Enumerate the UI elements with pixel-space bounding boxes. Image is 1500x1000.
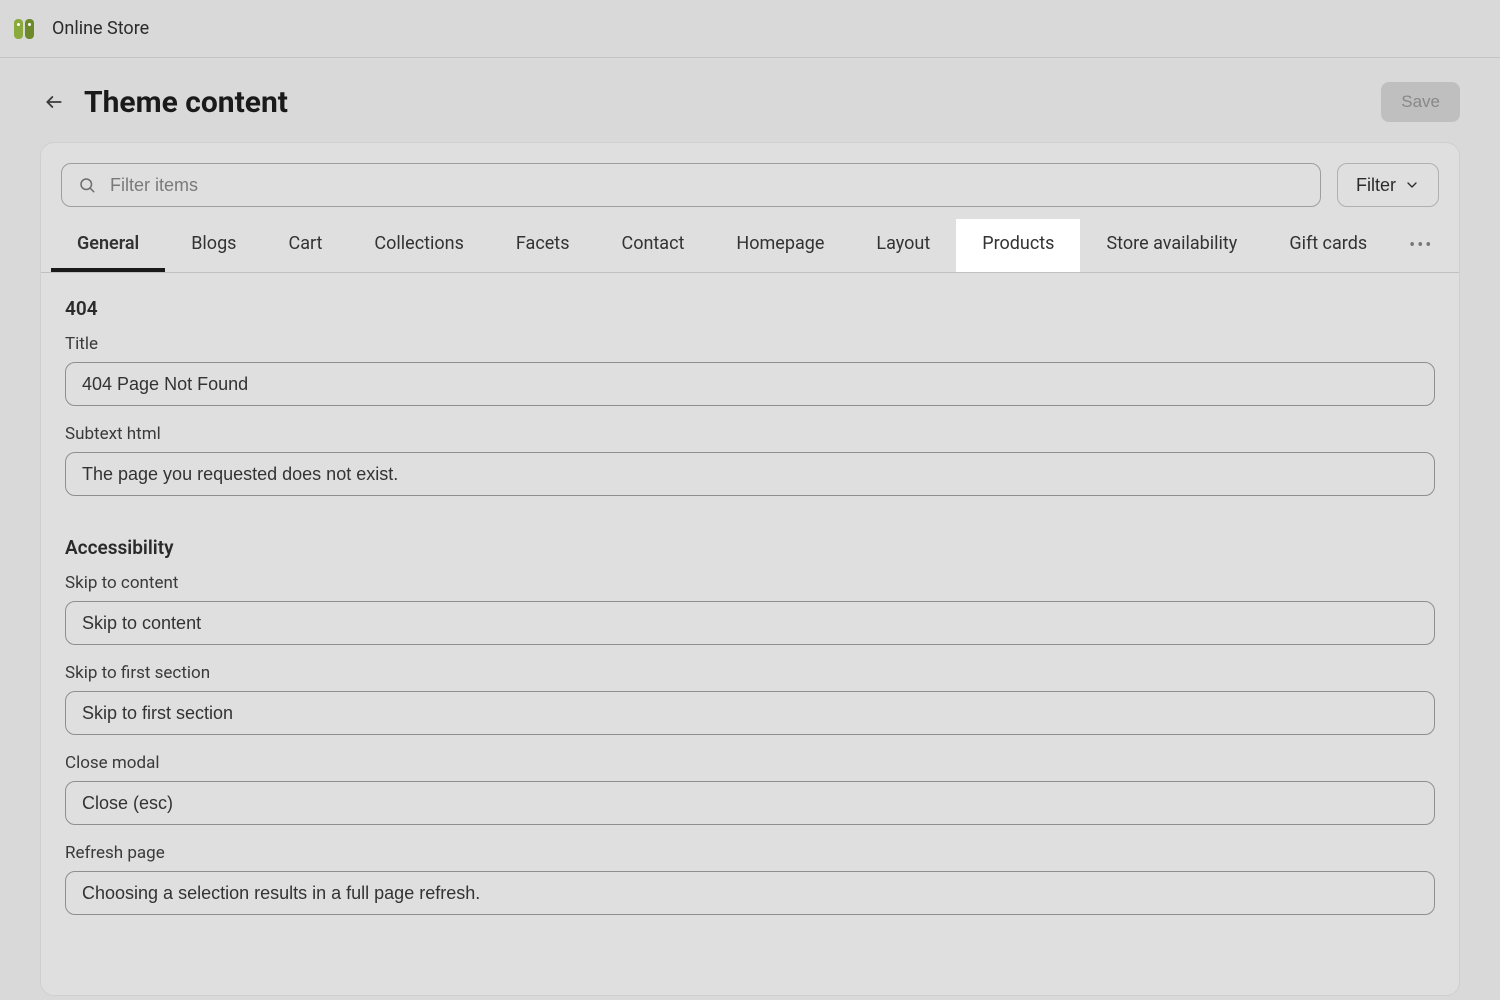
field-404-subtext-label: Subtext html [65,424,1435,444]
section-404: 404 Title Subtext html [65,297,1435,496]
section-404-heading: 404 [65,297,1435,320]
field-refresh-label: Refresh page [65,843,1435,863]
save-button[interactable]: Save [1381,82,1460,122]
filter-row: Filter [41,143,1459,219]
page-title: Theme content [84,85,288,120]
tab-products[interactable]: Products [956,219,1080,272]
app-title: Online Store [52,18,149,39]
field-skip-first-label: Skip to first section [65,663,1435,683]
tabs-more-button[interactable]: ••• [1393,221,1449,270]
tab-facets[interactable]: Facets [490,219,596,272]
search-wrap [61,163,1321,207]
field-refresh: Refresh page [65,843,1435,915]
field-skip-first: Skip to first section [65,663,1435,735]
field-close-modal-label: Close modal [65,753,1435,773]
tab-general[interactable]: General [51,219,165,272]
field-404-subtext: Subtext html [65,424,1435,496]
tab-gift-cards[interactable]: Gift cards [1263,219,1393,272]
tab-store-availability[interactable]: Store availability [1080,219,1263,272]
app-header: Online Store [0,0,1500,58]
field-close-modal-input[interactable] [65,781,1435,825]
field-404-subtext-input[interactable] [65,452,1435,496]
chevron-down-icon [1404,177,1420,193]
tab-blogs[interactable]: Blogs [165,219,262,272]
search-input[interactable] [62,164,1320,206]
tab-contact[interactable]: Contact [595,219,710,272]
tab-collections[interactable]: Collections [348,219,489,272]
tab-homepage[interactable]: Homepage [710,219,850,272]
tabs: General Blogs Cart Collections Facets Co… [41,219,1459,273]
page-header: Theme content Save [0,58,1500,142]
field-404-title: Title [65,334,1435,406]
field-skip-content: Skip to content [65,573,1435,645]
field-404-title-input[interactable] [65,362,1435,406]
section-accessibility-heading: Accessibility [65,536,1435,559]
content: 404 Title Subtext html Accessibility Ski… [41,273,1459,995]
field-skip-content-input[interactable] [65,601,1435,645]
section-accessibility: Accessibility Skip to content Skip to fi… [65,536,1435,915]
search-icon [78,176,96,194]
tab-layout[interactable]: Layout [850,219,956,272]
app-logo-icon [12,16,38,42]
field-close-modal: Close modal [65,753,1435,825]
arrow-left-icon [44,92,64,112]
back-button[interactable] [40,88,68,116]
field-refresh-input[interactable] [65,871,1435,915]
content-card: Filter General Blogs Cart Collections Fa… [40,142,1460,996]
filter-button-label: Filter [1356,175,1396,196]
field-skip-first-input[interactable] [65,691,1435,735]
field-skip-content-label: Skip to content [65,573,1435,593]
tab-cart[interactable]: Cart [262,219,348,272]
filter-button[interactable]: Filter [1337,163,1439,207]
field-404-title-label: Title [65,334,1435,354]
page-header-left: Theme content [40,85,288,120]
